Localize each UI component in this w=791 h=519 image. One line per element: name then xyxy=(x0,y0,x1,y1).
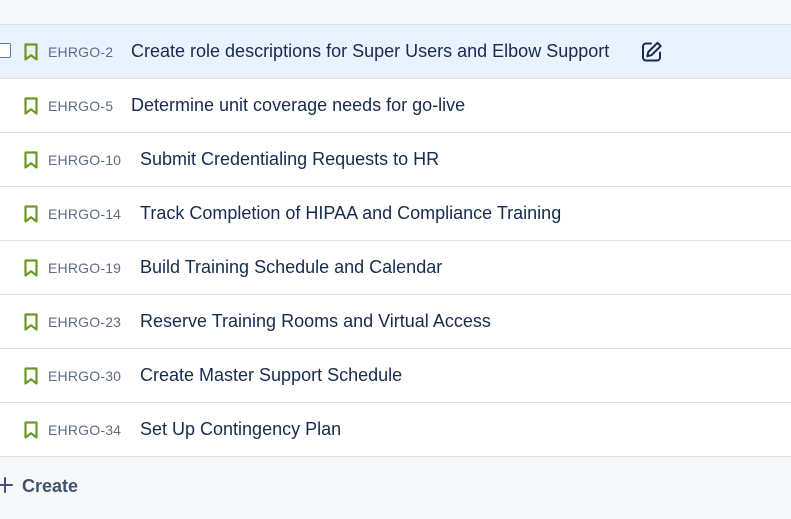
issue-key[interactable]: EHRGO-5 xyxy=(48,98,113,114)
story-bookmark-icon xyxy=(24,313,38,331)
create-issue-button[interactable]: Create xyxy=(0,459,791,519)
issue-key[interactable]: EHRGO-34 xyxy=(48,422,121,438)
issue-row[interactable]: EHRGO-19 Build Training Schedule and Cal… xyxy=(0,241,791,295)
issue-row[interactable]: EHRGO-2 Create role descriptions for Sup… xyxy=(0,25,791,79)
create-label: Create xyxy=(22,476,79,496)
issue-summary[interactable]: Create role descriptions for Super Users… xyxy=(131,41,609,62)
story-bookmark-icon xyxy=(24,367,38,385)
issue-summary[interactable]: Track Completion of HIPAA and Compliance… xyxy=(140,203,561,224)
story-bookmark-icon xyxy=(24,97,38,115)
issue-summary[interactable]: Create Master Support Schedule xyxy=(140,365,402,386)
top-strip xyxy=(0,0,791,9)
issue-summary[interactable]: Determine unit coverage needs for go-liv… xyxy=(131,95,465,116)
issue-list: EHRGO-2 Create role descriptions for Sup… xyxy=(0,24,791,457)
issue-key[interactable]: EHRGO-14 xyxy=(48,206,121,222)
issue-summary[interactable]: Set Up Contingency Plan xyxy=(140,419,341,440)
row-select-checkbox[interactable] xyxy=(0,43,11,58)
issue-row[interactable]: EHRGO-30 Create Master Support Schedule xyxy=(0,349,791,403)
issue-key[interactable]: EHRGO-30 xyxy=(48,368,121,384)
plus-icon xyxy=(0,477,13,493)
story-bookmark-icon xyxy=(24,259,38,277)
issue-summary[interactable]: Reserve Training Rooms and Virtual Acces… xyxy=(140,311,491,332)
issue-key[interactable]: EHRGO-23 xyxy=(48,314,121,330)
issue-key[interactable]: EHRGO-19 xyxy=(48,260,121,276)
edit-pencil-icon[interactable] xyxy=(640,40,664,64)
issue-key[interactable]: EHRGO-2 xyxy=(48,44,113,60)
issue-row[interactable]: EHRGO-10 Submit Credentialing Requests t… xyxy=(0,133,791,187)
issue-summary[interactable]: Build Training Schedule and Calendar xyxy=(140,257,442,278)
issue-key[interactable]: EHRGO-10 xyxy=(48,152,121,168)
story-bookmark-icon xyxy=(24,421,38,439)
issue-summary[interactable]: Submit Credentialing Requests to HR xyxy=(140,149,439,170)
issue-row[interactable]: EHRGO-23 Reserve Training Rooms and Virt… xyxy=(0,295,791,349)
story-bookmark-icon xyxy=(24,205,38,223)
issue-row[interactable]: EHRGO-5 Determine unit coverage needs fo… xyxy=(0,79,791,133)
story-bookmark-icon xyxy=(24,43,38,61)
story-bookmark-icon xyxy=(24,151,38,169)
issue-row[interactable]: EHRGO-34 Set Up Contingency Plan xyxy=(0,403,791,457)
issue-row[interactable]: EHRGO-14 Track Completion of HIPAA and C… xyxy=(0,187,791,241)
